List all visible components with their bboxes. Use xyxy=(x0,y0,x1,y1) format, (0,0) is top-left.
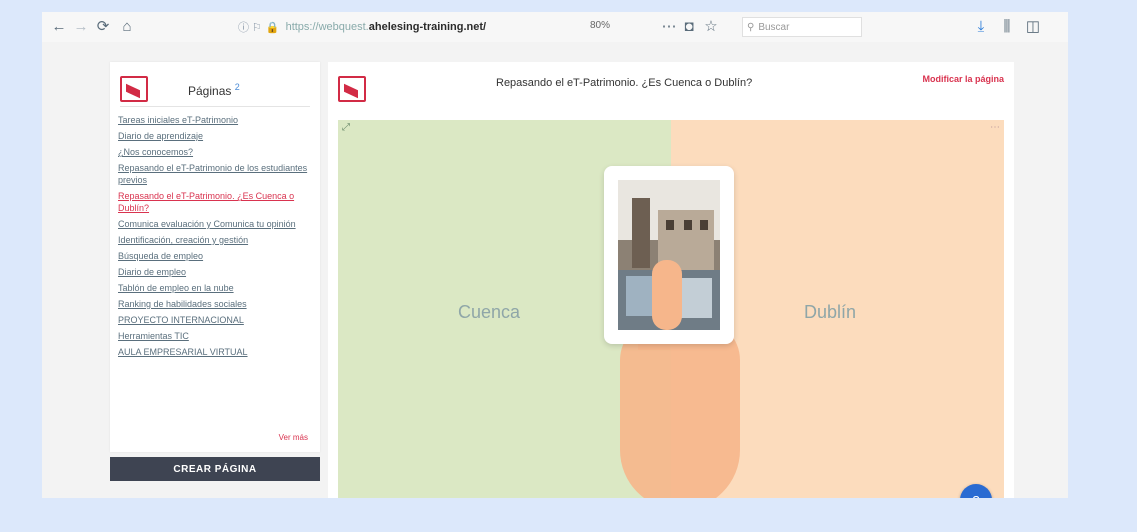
sidebar-item[interactable]: AULA EMPRESARIAL VIRTUAL xyxy=(118,346,310,358)
download-icon[interactable]: ⤓ xyxy=(972,18,990,36)
sidebar-item[interactable]: PROYECTO INTERNACIONAL xyxy=(118,314,310,326)
search-icon: ⚲ xyxy=(747,21,755,33)
sidebar-item[interactable]: Tablón de empleo en la nube xyxy=(118,282,310,294)
browser-window: ← → ⟳ ⌂ ⓘ ⚐ 🔒 https://webquest. ahelesin… xyxy=(42,12,1068,498)
sidebar-title: Páginas 2 xyxy=(188,82,240,98)
search-input[interactable]: ⚲ Buscar xyxy=(742,17,862,37)
url-domain: ahelesing-training.net/ xyxy=(368,21,487,33)
info-icon[interactable]: ⓘ xyxy=(238,19,249,35)
sidebar-item[interactable]: Diario de empleo xyxy=(118,266,310,278)
expand-icon[interactable]: ⤢ xyxy=(342,122,350,133)
edit-page-link[interactable]: Modificar la página xyxy=(922,74,1004,84)
draggable-photo-card[interactable] xyxy=(604,166,734,344)
pages-list: Tareas iniciales eT-Patrimonio Diario de… xyxy=(118,114,310,362)
sidebar-title-badge: 2 xyxy=(234,82,240,92)
sidebar-item[interactable]: Tareas iniciales eT-Patrimonio xyxy=(118,114,310,126)
sorting-game: ⤢ ⋯ Cuenca Dublín xyxy=(338,120,1004,498)
zoom-level[interactable]: 80% xyxy=(590,20,610,31)
sidebar-item[interactable]: Ranking de habilidades sociales xyxy=(118,298,310,310)
more-actions-icon[interactable]: ⋯ xyxy=(660,18,678,36)
settings-icon[interactable]: ⋯ xyxy=(990,122,1000,133)
cuenca-building-photo xyxy=(618,180,720,330)
back-icon[interactable]: ← xyxy=(50,18,68,36)
sidebar-item[interactable]: Diario de aprendizaje xyxy=(118,130,310,142)
sidebar-item[interactable]: Identificación, creación y gestión xyxy=(118,234,310,246)
reload-icon[interactable]: ⟳ xyxy=(94,18,112,36)
right-drop-zone-label[interactable]: Dublín xyxy=(804,302,856,323)
forward-icon[interactable]: → xyxy=(72,18,90,36)
app-logo-icon[interactable] xyxy=(120,76,148,102)
url-bar[interactable]: ⓘ ⚐ 🔒 https://webquest. ahelesing-traini… xyxy=(238,16,568,38)
bookmark-star-icon[interactable]: ☆ xyxy=(702,18,720,36)
sidebar-item[interactable]: Herramientas TIC xyxy=(118,330,310,342)
library-icon[interactable]: ⫼ xyxy=(998,18,1016,36)
divider xyxy=(120,106,310,107)
sidebar-title-text: Páginas xyxy=(188,84,232,98)
page-title: Repasando el eT-Patrimonio. ¿Es Cuenca o… xyxy=(496,77,753,89)
sidebar-item[interactable]: Búsqueda de empleo xyxy=(118,250,310,262)
page-logo-icon xyxy=(338,76,366,102)
see-more-link[interactable]: Ver más xyxy=(279,433,308,442)
sidebar-item[interactable]: Comunica evaluación y Comunica tu opinió… xyxy=(118,218,310,230)
permissions-icon[interactable]: ⚐ xyxy=(252,21,262,34)
url-prefix: https://webquest. xyxy=(285,21,369,33)
main-header: Repasando el eT-Patrimonio. ¿Es Cuenca o… xyxy=(328,62,1014,120)
sidebar-toggle-icon[interactable]: ◫ xyxy=(1024,18,1042,36)
lock-icon: 🔒 xyxy=(265,21,280,34)
page-content: Páginas 2 Tareas iniciales eT-Patrimonio… xyxy=(42,42,1068,498)
create-page-button[interactable]: CREAR PÁGINA xyxy=(110,457,320,481)
main-panel: Repasando el eT-Patrimonio. ¿Es Cuenca o… xyxy=(328,62,1014,498)
browser-toolbar: ← → ⟳ ⌂ ⓘ ⚐ 🔒 https://webquest. ahelesin… xyxy=(42,12,1068,42)
sidebar-item-active[interactable]: Repasando el eT-Patrimonio. ¿Es Cuenca o… xyxy=(118,190,310,214)
sidebar-item[interactable]: Repasando el eT-Patrimonio de los estudi… xyxy=(118,162,310,186)
pocket-icon[interactable]: ◘ xyxy=(680,18,698,36)
home-icon[interactable]: ⌂ xyxy=(118,18,136,36)
sidebar-item[interactable]: ¿Nos conocemos? xyxy=(118,146,310,158)
search-placeholder: Buscar xyxy=(758,21,790,33)
pages-sidebar: Páginas 2 Tareas iniciales eT-Patrimonio… xyxy=(110,62,320,452)
left-drop-zone-label[interactable]: Cuenca xyxy=(458,302,520,323)
